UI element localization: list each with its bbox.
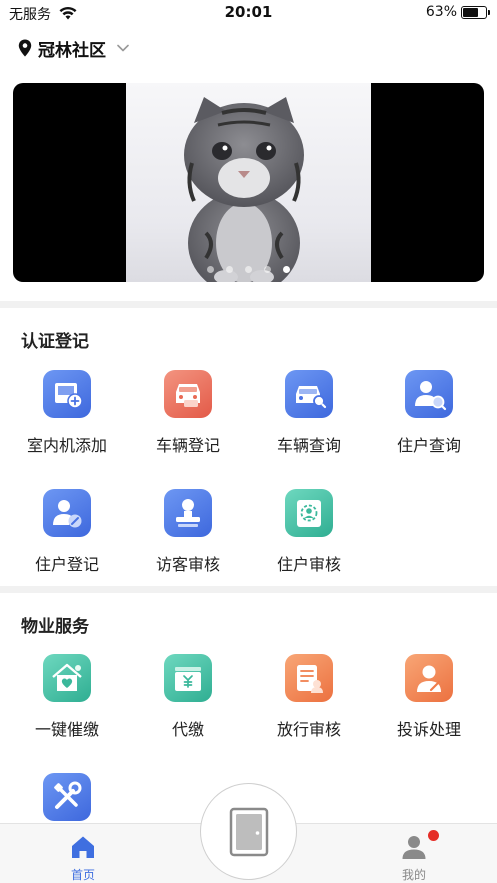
grid-item-complaint[interactable]: 投诉处理 [369,654,489,764]
tab-mine[interactable]: 我的 [373,824,453,883]
section-divider [0,301,497,308]
payment-icon [164,654,212,702]
vehicle-query-icon [285,370,333,418]
grid-item-label: 住户登记 [34,555,99,574]
one-click-reminder-icon [43,654,91,702]
grid-item-label: 住户审核 [276,555,341,574]
battery-icon [461,6,490,19]
grid-item-vehicle-query[interactable]: 车辆查询 [249,370,369,480]
tab-mine-label: 我的 [401,868,426,882]
visitor-review-icon [164,489,212,537]
complaint-icon [405,654,453,702]
clock-time: 20:01 [224,3,273,21]
banner-carousel[interactable] [13,83,484,282]
home-icon [72,836,94,858]
grid-item-one-click-reminder[interactable]: 一键催缴 [7,654,127,764]
status-bar: 无服务 20:01 63% [0,0,497,28]
grid-item-vehicle-register[interactable]: 车辆登记 [128,370,248,480]
section-title-certification: 认证登记 [21,332,89,352]
repair-tools-icon [43,773,91,821]
open-door-button[interactable] [200,783,297,880]
grid-item-resident-review[interactable]: 住户审核 [249,489,369,599]
vehicle-register-icon [164,370,212,418]
carousel-dot[interactable] [264,266,271,273]
grid-item-label: 车辆登记 [155,436,220,455]
section-title-property: 物业服务 [21,617,89,637]
resident-review-icon [285,489,333,537]
carousel-dot[interactable] [226,266,233,273]
carousel-dot[interactable] [207,266,214,273]
kitten-photo [126,83,371,282]
community-selector[interactable]: 冠林社区 [18,36,130,61]
tab-home[interactable]: 首页 [42,824,122,883]
grid-item-label: 代缴 [171,720,204,739]
resident-register-icon [43,489,91,537]
community-name: 冠林社区 [38,40,106,61]
chevron-down-icon [117,44,129,52]
user-profile-icon [402,836,426,859]
release-review-icon [285,654,333,702]
grid-item-label: 一键催缴 [34,720,99,739]
grid-item-release-review[interactable]: 放行审核 [249,654,369,764]
grid-item-payment[interactable]: 代缴 [128,654,248,764]
grid-item-visitor-review[interactable]: 访客审核 [128,489,248,599]
grid-item-label: 住户查询 [396,436,461,455]
grid-item-indoor-unit-add[interactable]: 室内机添加 [7,370,127,480]
grid-item-label: 室内机添加 [26,436,107,455]
grid-item-label: 放行审核 [276,720,341,739]
door-icon [229,807,269,857]
location-pin-icon [18,39,32,57]
resident-query-icon [405,370,453,418]
grid-item-label: 车辆查询 [276,436,341,455]
notification-badge [428,830,439,841]
grid-item-resident-query[interactable]: 住户查询 [369,370,489,480]
tab-home-label: 首页 [70,868,95,882]
grid-item-resident-register[interactable]: 住户登记 [7,489,127,599]
carousel-dot[interactable] [245,266,252,273]
indoor-unit-add-icon [43,370,91,418]
battery-percent: 63% [425,4,457,20]
grid-item-label: 投诉处理 [396,720,461,739]
carousel-indicator [13,266,484,273]
grid-item-label: 访客审核 [155,555,220,574]
carousel-dot-active[interactable] [283,266,290,273]
section-divider [0,586,497,593]
